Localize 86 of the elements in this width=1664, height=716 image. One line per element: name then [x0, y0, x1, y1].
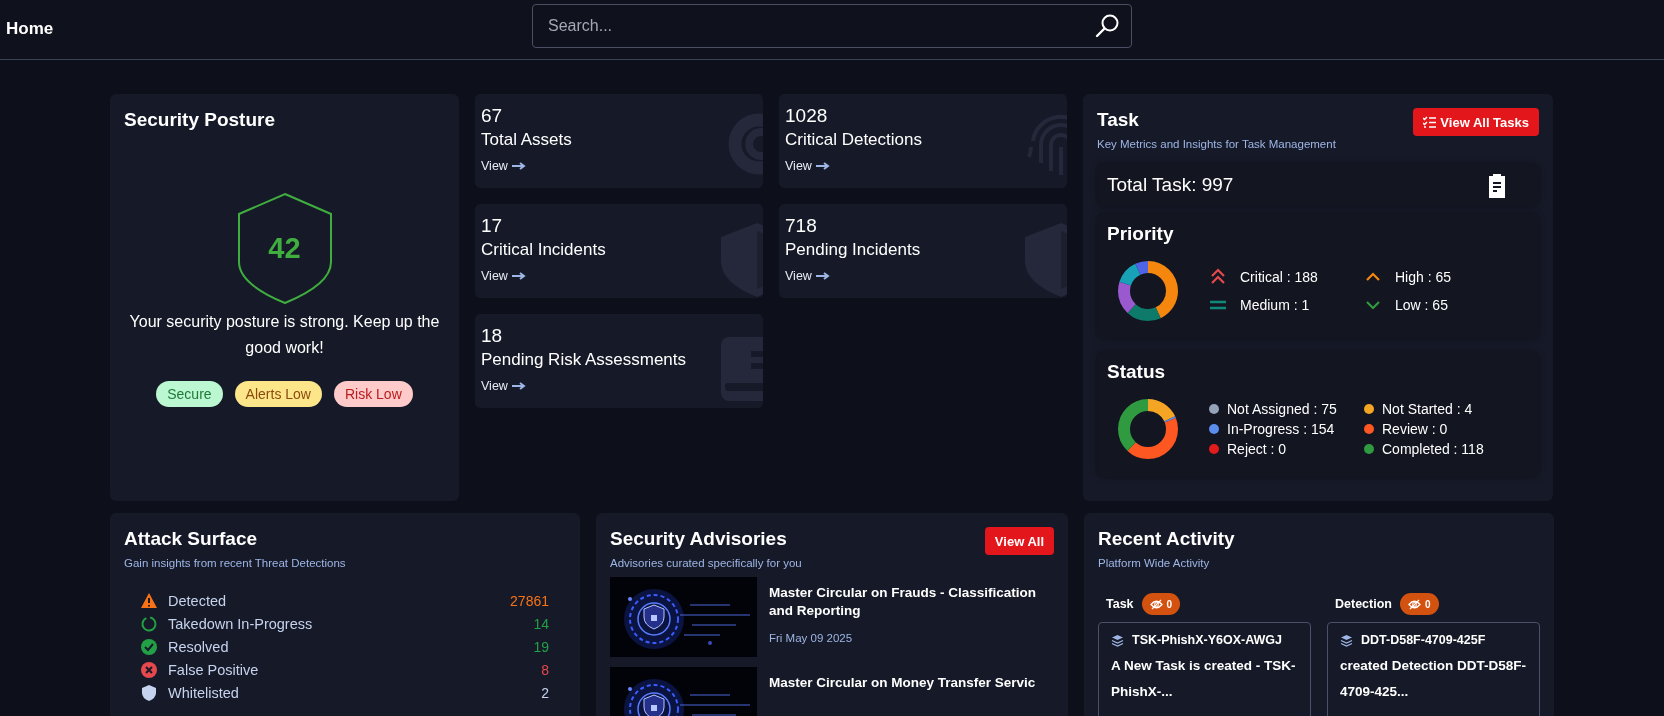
- legend-label: Not Assigned : 75: [1227, 400, 1337, 419]
- metric-value: 718: [785, 214, 818, 238]
- card-title: Task: [1097, 108, 1140, 132]
- view-link[interactable]: View: [481, 269, 526, 283]
- status-badge: Secure: [156, 381, 223, 407]
- shield-icon: [235, 192, 334, 305]
- column-label: Detection: [1335, 597, 1392, 611]
- card-subtitle: Key Metrics and Insights for Task Management: [1097, 138, 1336, 150]
- metric-label: Critical Detections: [785, 129, 923, 151]
- clipboard-icon: [1487, 172, 1507, 198]
- card-title: Attack Surface: [124, 527, 259, 551]
- spinner-icon: [140, 614, 158, 633]
- legend-label: Reject : 0: [1227, 440, 1287, 459]
- legend-label: Medium : 1: [1240, 296, 1310, 315]
- activity-id: TSK-PhishX-Y6OX-AWGJ: [1132, 633, 1283, 647]
- arrow-icon: [511, 382, 526, 390]
- arrow-icon: [511, 162, 526, 170]
- threat-count: 2: [541, 684, 549, 701]
- card-title: Security Posture: [124, 108, 276, 132]
- legend-label: Low : 65: [1395, 296, 1448, 315]
- legend-label: High : 65: [1395, 268, 1452, 287]
- count-text: 0: [1424, 598, 1431, 610]
- threat-label: Detected: [168, 592, 227, 609]
- posture-message: Your security posture is strong. Keep up the good work!: [129, 312, 440, 358]
- arrow-icon: [815, 162, 830, 170]
- section-title: Status: [1107, 360, 1167, 384]
- metric-label: Pending Incidents: [785, 239, 922, 261]
- legend-label: Critical : 188: [1240, 268, 1318, 287]
- legend-label: Completed : 118: [1382, 440, 1484, 459]
- view-link[interactable]: View: [785, 269, 830, 283]
- arrow-icon: [511, 272, 526, 280]
- threat-label: Resolved: [168, 638, 229, 655]
- view-all-tasks-button[interactable]: View All Tasks: [1413, 108, 1539, 136]
- card-subtitle: Gain insights from recent Threat Detections: [124, 557, 347, 569]
- threat-label: Whitelisted: [168, 684, 239, 701]
- eye-off-icon: [1149, 598, 1163, 610]
- legend-label: In-Progress : 154: [1227, 420, 1335, 439]
- metric-value: 17: [481, 214, 504, 238]
- card-subtitle: Platform Wide Activity: [1098, 557, 1211, 569]
- warning-icon: [140, 591, 158, 610]
- count-text: 0: [1166, 598, 1173, 610]
- metric-label: Critical Incidents: [481, 239, 607, 261]
- status-badge: Alerts Low: [234, 381, 322, 407]
- security-score: 42: [268, 232, 301, 265]
- threat-count: 14: [533, 615, 549, 632]
- view-all-button[interactable]: View All: [984, 527, 1054, 555]
- check-circle-icon: [140, 637, 158, 656]
- column-label: Task: [1106, 597, 1134, 611]
- metric-label: Total Assets: [481, 129, 573, 151]
- card-title: Recent Activity: [1098, 527, 1236, 551]
- legend-label: Review : 0: [1382, 420, 1448, 439]
- status-badge: Risk Low: [333, 381, 413, 407]
- advisory-date: Fri May 09 2025: [769, 632, 854, 644]
- advisory-title: Master Circular on Money Transfer Servic: [769, 674, 1036, 692]
- threat-label: False Positive: [168, 661, 259, 678]
- metric-label: Pending Risk Assessments: [481, 349, 688, 371]
- card-subtitle: Advisories curated specifically for you: [610, 557, 802, 569]
- threat-count: 27861: [510, 592, 549, 609]
- view-link[interactable]: View: [481, 159, 526, 173]
- metric-value: 67: [481, 104, 504, 128]
- view-link[interactable]: View: [481, 379, 526, 393]
- list-icon: [1423, 116, 1437, 128]
- x-circle-icon: [140, 660, 158, 679]
- threat-count: 19: [533, 638, 549, 655]
- metric-value: 18: [481, 324, 504, 348]
- activity-text: A New Task is created - TSK-PhishX-...: [1111, 657, 1297, 701]
- eye-off-icon: [1407, 598, 1421, 610]
- view-link[interactable]: View: [785, 159, 830, 173]
- advisory-title: Master Circular on Frauds - Classification and Reporting: [769, 584, 1038, 620]
- double-chevron-up-icon: [1209, 268, 1227, 286]
- legend-label: Not Started : 4: [1382, 400, 1473, 419]
- total-task-count: Total Task: 997: [1107, 174, 1234, 196]
- threat-count: 8: [541, 661, 549, 678]
- metric-value: 1028: [785, 104, 829, 128]
- search-field[interactable]: Search...: [532, 4, 1132, 48]
- card-title: Security Advisories: [610, 527, 788, 551]
- layers-icon: [1111, 633, 1124, 647]
- shield-icon: [140, 683, 158, 702]
- page-title: Home: [6, 19, 54, 39]
- threat-label: Takedown In-Progress: [168, 615, 313, 632]
- layers-icon: [1340, 633, 1353, 647]
- search-icon[interactable]: [1094, 13, 1120, 39]
- arrow-icon: [815, 272, 830, 280]
- activity-id: DDT-D58F-4709-425F: [1361, 633, 1486, 647]
- activity-text: created Detection DDT-D58F-4709-425...: [1340, 657, 1528, 701]
- section-title: Priority: [1107, 222, 1175, 246]
